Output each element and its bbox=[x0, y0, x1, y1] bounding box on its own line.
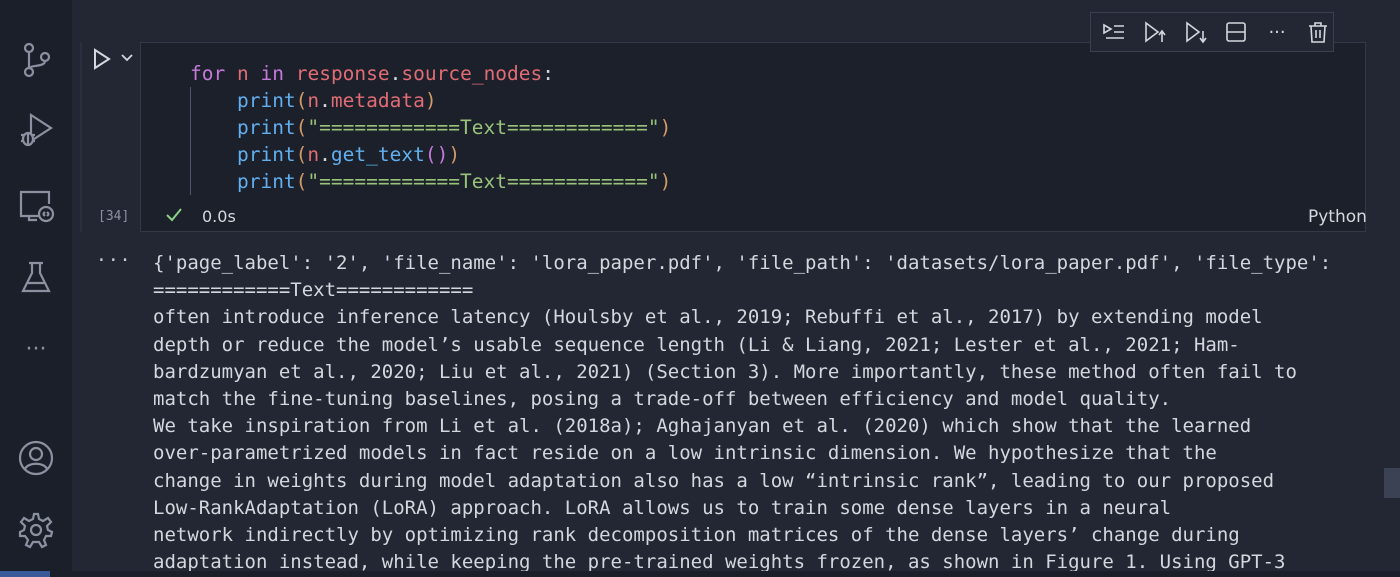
run-cell-button[interactable] bbox=[92, 48, 114, 70]
execute-above-icon[interactable] bbox=[1099, 17, 1130, 47]
operator-token: . bbox=[389, 62, 402, 85]
code-line: print(n.metadata) bbox=[190, 87, 671, 114]
paren-token: () bbox=[424, 143, 449, 166]
remote-indicator[interactable] bbox=[0, 571, 50, 577]
settings-gear-icon[interactable] bbox=[14, 508, 58, 552]
variable-token: n bbox=[307, 143, 320, 166]
function-token: print bbox=[236, 116, 296, 139]
paren-token: ) bbox=[448, 143, 461, 166]
code-line: print("============Text============") bbox=[190, 114, 671, 141]
output-line: over-parametrized models in fact reside … bbox=[153, 442, 1217, 465]
output-line: depth or reduce the model’s usable seque… bbox=[153, 333, 1240, 356]
output-line: ============Text============ bbox=[153, 279, 474, 302]
variable-token: metadata bbox=[330, 89, 425, 112]
output-line: network indirectly by optimizing rank de… bbox=[153, 524, 1240, 547]
output-line: change in weights during model adaptatio… bbox=[153, 469, 1275, 492]
operator-token: . bbox=[319, 89, 331, 112]
code-line: print(n.get_text()) bbox=[190, 141, 671, 168]
execute-cell-and-below-icon[interactable] bbox=[1180, 17, 1211, 47]
output-line: bardzumyan et al., 2020; Liu et al., 202… bbox=[153, 360, 1297, 383]
source-control-icon[interactable] bbox=[14, 38, 58, 82]
paren-token: ( bbox=[295, 116, 308, 139]
more-actions-icon[interactable]: ··· bbox=[1262, 17, 1293, 47]
play-icon bbox=[94, 48, 111, 70]
execution-time: 0.0s bbox=[202, 207, 236, 226]
function-token: print bbox=[236, 89, 296, 112]
output-line: {'page_label': '2', 'file_name': 'lora_p… bbox=[153, 252, 1332, 274]
more-icon[interactable]: ··· bbox=[14, 327, 58, 371]
function-token: print bbox=[236, 170, 296, 193]
delete-cell-icon[interactable] bbox=[1302, 17, 1333, 47]
paren-token: ) bbox=[659, 170, 672, 193]
status-bar bbox=[0, 571, 1400, 577]
testing-flask-icon[interactable] bbox=[14, 256, 58, 300]
string-token: "============Text============" bbox=[307, 116, 660, 139]
paren-token: ( bbox=[295, 89, 308, 112]
keyword-token: for bbox=[190, 62, 226, 85]
paren-token: ) bbox=[659, 116, 672, 139]
variable-token: n bbox=[236, 62, 249, 85]
variable-token: source_nodes bbox=[401, 62, 543, 85]
paren-token: ( bbox=[295, 170, 308, 193]
cell-toolbar: ··· bbox=[1090, 12, 1334, 52]
success-check-icon bbox=[164, 205, 184, 225]
output-more-button[interactable]: ··· bbox=[96, 250, 132, 271]
split-cell-icon[interactable] bbox=[1221, 17, 1252, 47]
string-token: "============Text============" bbox=[307, 170, 660, 193]
variable-token: n bbox=[307, 89, 320, 112]
cell-language-picker[interactable]: Python bbox=[1308, 207, 1367, 227]
activity-bar: ··· bbox=[0, 0, 72, 577]
remote-explorer-icon[interactable] bbox=[14, 183, 58, 227]
scrollbar-thumb[interactable] bbox=[1384, 468, 1400, 498]
variable-token: response bbox=[295, 62, 390, 85]
keyword-token: in bbox=[260, 62, 284, 85]
code-line: print("============Text============") bbox=[190, 168, 671, 195]
output-line: Low-RankAdaptation (LoRA) approach. LoRA… bbox=[153, 496, 1172, 519]
output-line: We take inspiration from Li et al. (2018… bbox=[153, 415, 1252, 438]
code-line: for n in response.source_nodes: bbox=[190, 60, 671, 87]
paren-token: ( bbox=[295, 143, 308, 166]
execute-cell-and-above-icon[interactable] bbox=[1140, 17, 1171, 47]
function-token: get_text bbox=[330, 143, 425, 166]
run-debug-icon[interactable] bbox=[14, 108, 58, 152]
operator-token: . bbox=[319, 143, 331, 166]
run-options-chevron-down-icon[interactable] bbox=[119, 50, 135, 66]
output-line: often introduce inference latency (Houls… bbox=[153, 306, 1263, 329]
operator-token: : bbox=[542, 62, 555, 85]
code-text[interactable]: for n in response.source_nodes: print(n.… bbox=[190, 60, 671, 195]
execution-count: [34] bbox=[98, 209, 130, 224]
cell-focus-indicator bbox=[80, 42, 82, 232]
cell-output: {'page_label': '2', 'file_name': 'lora_p… bbox=[153, 250, 1383, 577]
output-line: match the fine-tuning baselines, posing … bbox=[153, 388, 1172, 411]
account-icon[interactable] bbox=[14, 436, 58, 480]
paren-token: ) bbox=[424, 89, 437, 112]
function-token: print bbox=[236, 143, 296, 166]
